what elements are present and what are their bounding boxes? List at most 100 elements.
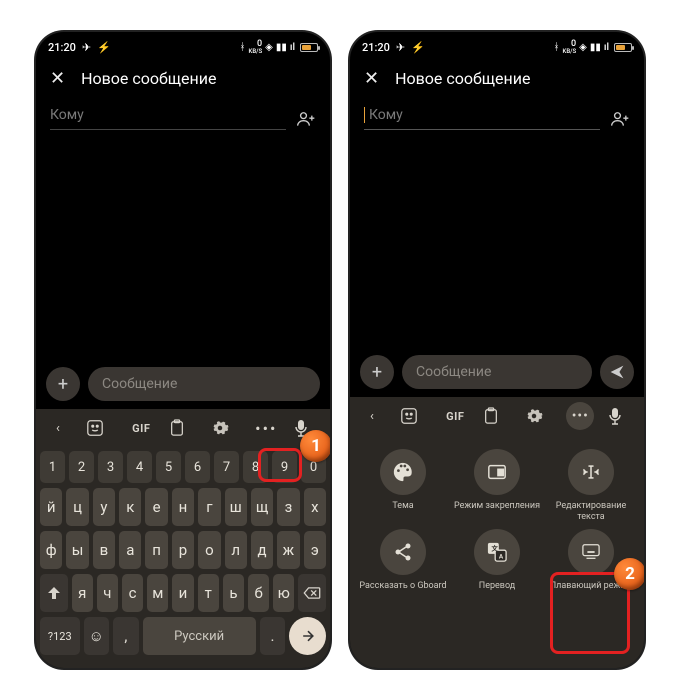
key[interactable]: а	[119, 531, 141, 569]
key[interactable]: ж	[277, 531, 299, 569]
chevron-left-icon[interactable]: ‹	[358, 409, 386, 424]
attach-plus-button[interactable]: +	[46, 367, 80, 401]
key-7[interactable]: 7	[214, 451, 239, 483]
key-4[interactable]: 4	[127, 451, 152, 483]
key-6[interactable]: 6	[185, 451, 210, 483]
key[interactable]: к	[119, 488, 141, 526]
key[interactable]: с	[122, 574, 143, 612]
bluetooth-icon: ᚼ	[240, 42, 246, 53]
key[interactable]: ч	[97, 574, 118, 612]
comma-key[interactable]: ,	[113, 617, 138, 655]
backspace-key[interactable]	[298, 574, 326, 612]
battery-icon	[614, 43, 632, 52]
shift-key[interactable]	[40, 574, 68, 612]
key[interactable]: м	[147, 574, 168, 612]
status-bar: 21:20 ✈ ⚡ ᚼ 0 KB/S ◈ ▮▮ ıl	[350, 32, 644, 58]
key-2[interactable]: 2	[69, 451, 94, 483]
attach-plus-button[interactable]: +	[360, 355, 394, 389]
key[interactable]: ь	[223, 574, 244, 612]
chevron-left-icon[interactable]: ‹	[44, 421, 72, 436]
gif-button[interactable]: GIF	[127, 422, 155, 435]
key-9[interactable]: 9	[272, 451, 297, 483]
send-button[interactable]	[600, 355, 634, 389]
svg-text:文: 文	[492, 543, 499, 552]
add-contact-icon[interactable]	[296, 111, 316, 127]
key[interactable]: э	[304, 531, 326, 569]
key[interactable]: т	[198, 574, 219, 612]
enter-key[interactable]	[289, 617, 326, 655]
key[interactable]: е	[145, 488, 167, 526]
key[interactable]: ш	[225, 488, 247, 526]
kb-row-2: ф ы в а п р о л д ж э	[40, 531, 326, 569]
floating-keyboard-icon	[568, 529, 614, 575]
phone-left: 21:20 ✈ ⚡ ᚼ 0 KB/S ◈ ▮▮ ıl ✕ Новое сообщ…	[36, 32, 330, 668]
status-right: ᚼ 0 KB/S ◈ ▮▮ ıl	[240, 40, 318, 55]
key[interactable]: и	[172, 574, 193, 612]
wifi-icon: ◈	[579, 42, 587, 53]
panel-docking[interactable]: Режим закрепления	[452, 449, 542, 523]
more-icon[interactable]: •••	[566, 402, 594, 430]
bluetooth-icon: ᚼ	[554, 42, 560, 53]
more-icon[interactable]: •••	[252, 419, 280, 438]
key[interactable]: з	[277, 488, 299, 526]
key[interactable]: ы	[66, 531, 88, 569]
key[interactable]: й	[40, 488, 62, 526]
battery-icon	[300, 43, 318, 52]
recipient-row: Кому	[36, 99, 330, 138]
gear-icon[interactable]	[525, 407, 553, 425]
panel-theme[interactable]: Тема	[358, 449, 448, 523]
key-1[interactable]: 1	[40, 451, 65, 483]
gif-button[interactable]: GIF	[441, 410, 469, 423]
key-3[interactable]: 3	[98, 451, 123, 483]
phone-right: 21:20 ✈ ⚡ ᚼ 0 KB/S ◈ ▮▮ ıl ✕ Новое сообщ…	[350, 32, 644, 668]
emoji-key[interactable]: ☺	[84, 617, 109, 655]
close-icon[interactable]: ✕	[364, 68, 379, 89]
net-unit: KB/S	[563, 49, 577, 55]
panel-translate[interactable]: 文A Перевод	[452, 529, 542, 592]
callout-1: 1	[300, 430, 330, 462]
gear-icon[interactable]	[211, 419, 239, 437]
key[interactable]: о	[198, 531, 220, 569]
keyboard-toolbar: ‹ GIF •••	[350, 397, 644, 435]
symbols-key[interactable]: ?123	[40, 617, 80, 655]
dot-key[interactable]: .	[260, 617, 285, 655]
key[interactable]: н	[172, 488, 194, 526]
key[interactable]: х	[304, 488, 326, 526]
panel-share[interactable]: Рассказать о Gboard	[358, 529, 448, 592]
key[interactable]: б	[248, 574, 269, 612]
callout-2: 2	[614, 558, 644, 590]
add-contact-icon[interactable]	[610, 111, 630, 127]
recipient-input[interactable]: Кому	[50, 107, 286, 130]
sticker-icon[interactable]	[86, 419, 114, 437]
space-key[interactable]: Русский	[143, 617, 256, 655]
page-title: Новое сообщение	[395, 69, 530, 88]
message-input[interactable]: Сообщение	[402, 355, 592, 389]
key[interactable]: в	[93, 531, 115, 569]
key-5[interactable]: 5	[156, 451, 181, 483]
mic-icon[interactable]	[608, 407, 636, 425]
kb-row-bottom: ?123 ☺ , Русский .	[40, 617, 326, 655]
key[interactable]: щ	[251, 488, 273, 526]
kb-row-1: й ц у к е н г ш щ з х	[40, 488, 326, 526]
key[interactable]: ю	[273, 574, 294, 612]
key[interactable]: д	[251, 531, 273, 569]
text-cursor	[364, 107, 365, 123]
key[interactable]: р	[172, 531, 194, 569]
key[interactable]: у	[93, 488, 115, 526]
clipboard-icon[interactable]	[483, 407, 511, 425]
key[interactable]: я	[72, 574, 93, 612]
key-8[interactable]: 8	[243, 451, 268, 483]
panel-text-edit[interactable]: Редактирование текста	[546, 449, 636, 523]
key[interactable]: п	[145, 531, 167, 569]
key[interactable]: л	[225, 531, 247, 569]
key[interactable]: ц	[66, 488, 88, 526]
recipient-placeholder: Кому	[369, 107, 403, 123]
key[interactable]: ф	[40, 531, 62, 569]
key[interactable]: г	[198, 488, 220, 526]
recipient-input[interactable]: Кому	[364, 107, 600, 130]
close-icon[interactable]: ✕	[50, 68, 65, 89]
bolt-icon: ⚡	[97, 41, 111, 54]
message-input[interactable]: Сообщение	[88, 367, 320, 401]
sticker-icon[interactable]	[400, 407, 428, 425]
clipboard-icon[interactable]	[169, 419, 197, 437]
